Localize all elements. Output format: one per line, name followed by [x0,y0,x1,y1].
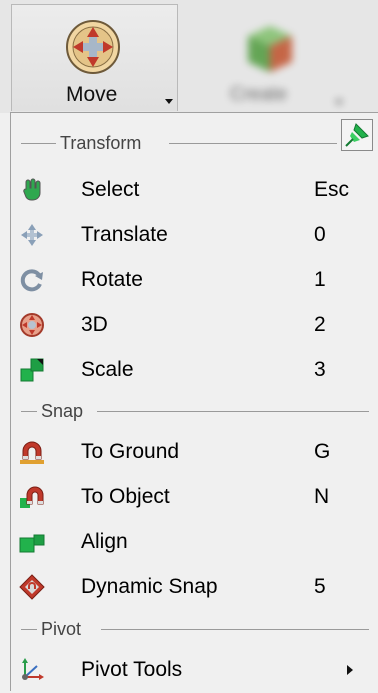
menu-item-label: Align [81,530,128,553]
gizmo-3d-icon [20,313,44,337]
divider-line [21,143,56,144]
pin-button[interactable] [341,119,373,151]
menu-item-label: Rotate [81,268,143,291]
section-title: Transform [56,133,146,154]
move-dropdown-menu: Transform Select Esc Translate 0 Rotate … [10,112,378,691]
section-title: Pivot [37,619,86,640]
chevron-down-icon[interactable] [165,99,173,104]
shortcut-label: 3 [314,358,326,381]
create-box-icon [248,26,292,72]
menu-item-label: To Object [81,485,170,508]
menu-item-label: Select [81,178,140,201]
rotate-icon [20,269,43,292]
shortcut-label: 0 [314,223,326,246]
section-header-transform: Transform [11,131,369,155]
pivot-tools-icon [22,658,44,680]
menu-item-label: To Ground [81,440,180,463]
section-header-pivot: Pivot [11,617,369,641]
shortcut-label: 1 [314,268,326,291]
divider-line [97,411,369,412]
menu-item-label: Pivot Tools [81,658,183,681]
menu-item-to-object[interactable]: To Object N [11,478,369,520]
menu-item-rotate[interactable]: Rotate 1 [11,261,369,303]
divider-line [169,143,337,144]
menu-item-3d[interactable]: 3D 2 [11,306,369,348]
pin-icon [345,123,369,147]
move-button[interactable]: Move [11,4,178,111]
shortcut-label: 2 [314,313,326,336]
menu-item-to-ground[interactable]: To Ground G [11,433,369,475]
menu-item-scale[interactable]: Scale 3 [11,351,369,393]
shortcut-label: G [314,440,331,463]
divider-line [21,629,37,630]
menu-item-dynamic-snap[interactable]: Dynamic Snap 5 [11,568,369,610]
menu-item-translate[interactable]: Translate 0 [11,216,369,258]
menu-item-label: Translate [81,223,168,246]
section-header-snap: Snap [11,399,369,423]
menu-item-label: Dynamic Snap [81,575,218,598]
scale-icon [20,358,44,382]
magnet-object-icon [20,486,44,508]
menu-item-pivot-tools[interactable]: Pivot Tools [11,651,369,693]
shortcut-label: N [314,485,330,508]
menu-item-select[interactable]: Select Esc [11,171,369,213]
create-button-label: Create [230,84,288,105]
menu-item-label: 3D [81,313,108,336]
magnet-ground-icon [20,441,44,464]
divider-line [21,411,37,412]
ribbon-toolbar: Move Create [0,0,378,113]
shortcut-label: 5 [314,575,326,598]
translate-arrows-icon [21,224,43,246]
move-button-label: Move [66,83,118,106]
section-title: Snap [37,401,88,422]
chevron-down-icon[interactable] [335,100,343,105]
align-icon [19,534,45,553]
dynamic-snap-icon [19,574,45,600]
move-gizmo-icon [66,20,120,74]
select-hand-icon [23,178,41,201]
divider-line [101,629,369,630]
chevron-right-icon [347,665,353,675]
shortcut-label: Esc [314,178,350,201]
create-button[interactable]: Create [190,4,355,111]
menu-item-label: Scale [81,358,134,381]
menu-item-align[interactable]: Align [11,523,369,565]
